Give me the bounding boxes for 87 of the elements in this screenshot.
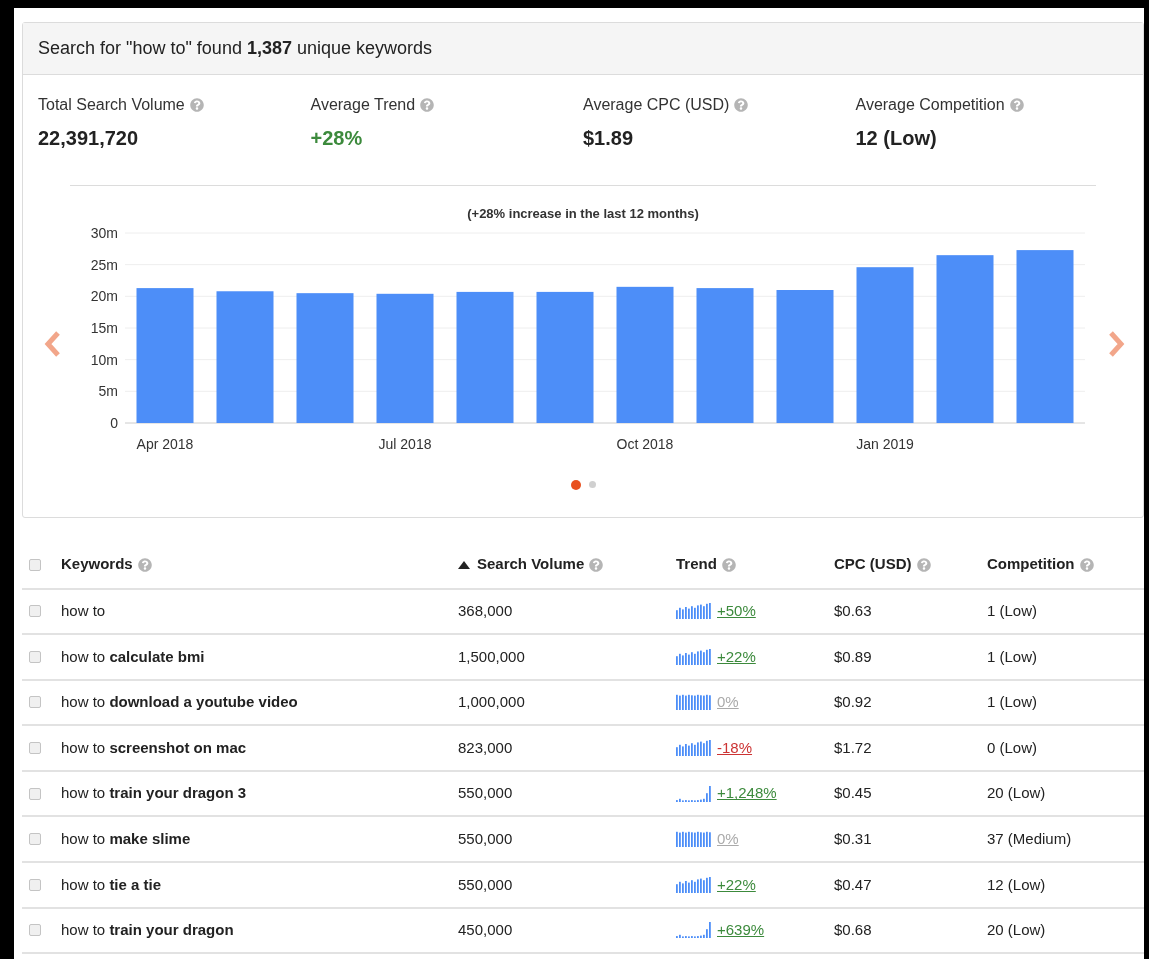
stat-label: Average Competition [855, 95, 1005, 115]
axis-label: Jan 2019 [856, 435, 914, 452]
keyword-cell: how to train your dragon [61, 921, 234, 939]
sort-up-icon[interactable] [458, 560, 470, 569]
axis-label: 0 [110, 414, 118, 431]
competition-cell: 37 (Medium) [987, 830, 1072, 847]
volume-cell: 368,000 [458, 602, 513, 620]
results-heading: Search for "how to" found 1,387 unique keywords [38, 37, 433, 60]
checkbox[interactable] [29, 742, 41, 755]
competition-cell: 12 (Low) [987, 875, 1046, 893]
axis-label: 5m [98, 382, 118, 399]
axis-label: 10m [90, 351, 118, 368]
keyword-cell: how to tie a tie [61, 875, 162, 893]
chevron-left-icon[interactable] [43, 329, 61, 358]
cpc-cell: $0.63 [834, 602, 872, 620]
axis-label: 30m [90, 224, 118, 241]
checkbox[interactable] [29, 605, 41, 618]
checkbox[interactable] [29, 787, 41, 800]
help-icon[interactable] [589, 557, 604, 572]
competition-cell: 20 (Low) [987, 784, 1046, 802]
volume-cell: 823,000 [458, 738, 513, 756]
cpc-cell: $0.31 [834, 830, 872, 847]
competition-cell: 1 (Low) [987, 647, 1038, 665]
axis-label: 15m [90, 319, 118, 336]
keyword-cell: how to [61, 602, 106, 620]
help-icon[interactable] [137, 557, 152, 572]
checkbox[interactable] [29, 878, 41, 891]
checkbox[interactable] [29, 833, 41, 846]
stat-label: Average Trend [310, 95, 416, 115]
trend-link[interactable]: +22% [717, 645, 756, 669]
help-icon[interactable] [721, 557, 736, 572]
axis-label: Oct 2018 [616, 435, 674, 452]
chart-title: (+28% increase in the last 12 months) [467, 205, 699, 223]
axis-label: Jul 2018 [378, 435, 432, 452]
competition-cell: 1 (Low) [987, 602, 1038, 620]
cpc-cell: $0.45 [834, 784, 872, 802]
column-header[interactable]: Competition [987, 553, 1075, 576]
volume-cell: 450,000 [458, 921, 513, 939]
checkbox[interactable] [29, 924, 41, 937]
cpc-cell: $0.47 [834, 875, 872, 893]
column-header[interactable]: Trend [676, 553, 717, 576]
competition-cell: 0 (Low) [987, 738, 1038, 756]
competition-cell: 1 (Low) [987, 693, 1038, 711]
stat-label: Total Search Volume [38, 95, 185, 115]
trend-link[interactable]: 0% [717, 828, 739, 851]
volume-cell: 1,000,000 [458, 693, 525, 711]
keyword-cell: how to make slime [61, 830, 191, 847]
keyword-cell: how to screenshot on mac [61, 738, 247, 756]
help-icon[interactable] [1079, 557, 1094, 572]
checkbox[interactable] [29, 558, 41, 571]
axis-label: 20m [90, 287, 118, 304]
trend-link[interactable]: +22% [717, 873, 756, 897]
help-icon[interactable] [1009, 98, 1024, 112]
stat-value: $1.89 [583, 126, 635, 151]
axis-label: Apr 2018 [136, 435, 194, 452]
volume-cell: 550,000 [458, 830, 513, 847]
stat-value: 12 (Low) [855, 126, 938, 151]
stat-label: Average CPC (USD) [583, 95, 730, 115]
help-icon[interactable] [420, 98, 435, 112]
column-header[interactable]: CPC (USD) [834, 553, 912, 576]
volume-cell: 550,000 [458, 875, 513, 893]
keyword-cell: how to download a youtube video [61, 693, 298, 711]
checkbox[interactable] [29, 696, 41, 709]
keyword-cell: how to calculate bmi [61, 647, 205, 665]
help-icon[interactable] [734, 98, 749, 112]
axis-label: 25m [90, 256, 118, 273]
trend-link[interactable]: +1,248% [717, 782, 777, 805]
stat-value: +28% [310, 126, 364, 151]
volume-cell: 1,500,000 [458, 647, 525, 665]
stat-value: 22,391,720 [38, 126, 140, 151]
cpc-cell: $0.68 [834, 921, 872, 939]
trend-link[interactable]: -18% [717, 736, 753, 760]
cpc-cell: $0.89 [834, 647, 872, 665]
cpc-cell: $0.92 [834, 693, 872, 711]
cpc-cell: $1.72 [834, 738, 872, 756]
trend-link[interactable]: +50% [717, 600, 756, 623]
competition-cell: 20 (Low) [987, 921, 1046, 939]
column-header[interactable]: Keywords [61, 553, 133, 576]
column-header[interactable]: Search Volume [477, 553, 585, 576]
keyword-cell: how to train your dragon 3 [61, 784, 247, 802]
volume-cell: 550,000 [458, 784, 513, 802]
help-icon[interactable] [916, 557, 931, 572]
checkbox[interactable] [29, 650, 41, 663]
help-icon[interactable] [189, 98, 204, 112]
trend-link[interactable]: +639% [717, 919, 765, 942]
trend-link[interactable]: 0% [717, 691, 739, 714]
chevron-right-icon[interactable] [1108, 329, 1126, 358]
